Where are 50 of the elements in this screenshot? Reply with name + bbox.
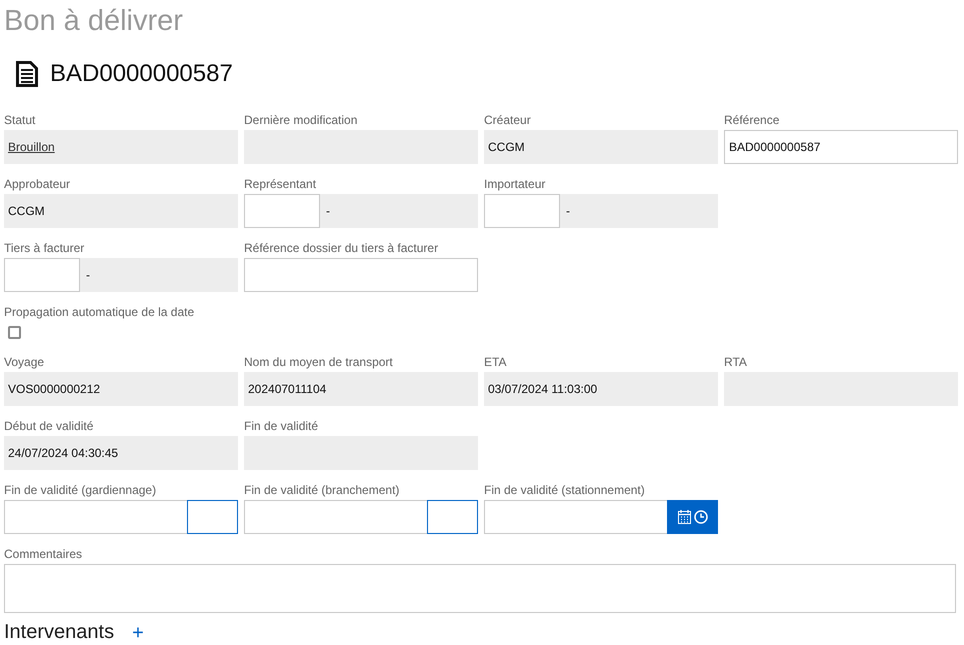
clock-icon (694, 510, 708, 524)
field-label: Approbateur (4, 176, 72, 193)
field-label: Fin de validité (gardiennage) (4, 482, 158, 499)
date-field[interactable] (4, 500, 187, 534)
field-label: Créateur (484, 112, 532, 129)
status-link[interactable]: Brouillon (8, 140, 55, 154)
field-label: Statut (4, 112, 36, 129)
date-picker-button[interactable] (427, 500, 478, 534)
field-value: 24/07/2024 04:30:45 (8, 446, 118, 460)
field-label: Fin de validité (244, 418, 320, 435)
input-field[interactable] (4, 258, 80, 292)
input-field[interactable]: BAD0000000587 (724, 130, 958, 164)
document-icon (16, 61, 38, 87)
field-label: Propagation automatique de la date (4, 304, 196, 321)
field-label: Référence dossier du tiers à facturer (244, 240, 440, 257)
calendar-icon (678, 510, 690, 524)
input-field[interactable] (484, 194, 560, 228)
field-label: Nom du moyen de transport (244, 354, 394, 371)
field-label: Tiers à facturer (4, 240, 86, 257)
field-label: RTA (724, 354, 748, 371)
date-picker-button[interactable] (667, 500, 718, 534)
input-field[interactable] (244, 258, 478, 292)
field-label: Fin de validité (stationnement) (484, 482, 646, 499)
field-label: Voyage (4, 354, 46, 371)
field-value: - (86, 268, 90, 282)
field-label: Dernière modification (244, 112, 358, 129)
date-picker-button[interactable] (187, 500, 238, 534)
document-number: BAD0000000587 (50, 60, 233, 88)
field-label: ETA (484, 354, 508, 371)
field-value: CCGM (8, 204, 45, 218)
field-label: Importateur (484, 176, 546, 193)
field-value: 202407011104 (248, 382, 326, 396)
field-label: Début de validité (4, 418, 94, 435)
checkbox[interactable] (8, 326, 21, 339)
field-label: Référence (724, 112, 780, 129)
field-label: Fin de validité (branchement) (244, 482, 400, 499)
add-button[interactable]: + (130, 622, 146, 642)
field-value: - (326, 204, 330, 218)
input-field[interactable] (244, 194, 320, 228)
section-title: Intervenants (4, 621, 114, 644)
field-label: Commentaires (4, 546, 84, 563)
comment-field[interactable] (4, 564, 956, 613)
field-label: Représentant (244, 176, 318, 193)
page-title: Bon à délivrer (4, 4, 184, 39)
date-field[interactable] (244, 500, 427, 534)
field-value: - (566, 204, 570, 218)
date-field[interactable] (484, 500, 667, 534)
field-value: VOS0000000212 (8, 382, 100, 396)
field-value: CCGM (488, 140, 525, 154)
field-value: 03/07/2024 11:03:00 (488, 382, 598, 396)
